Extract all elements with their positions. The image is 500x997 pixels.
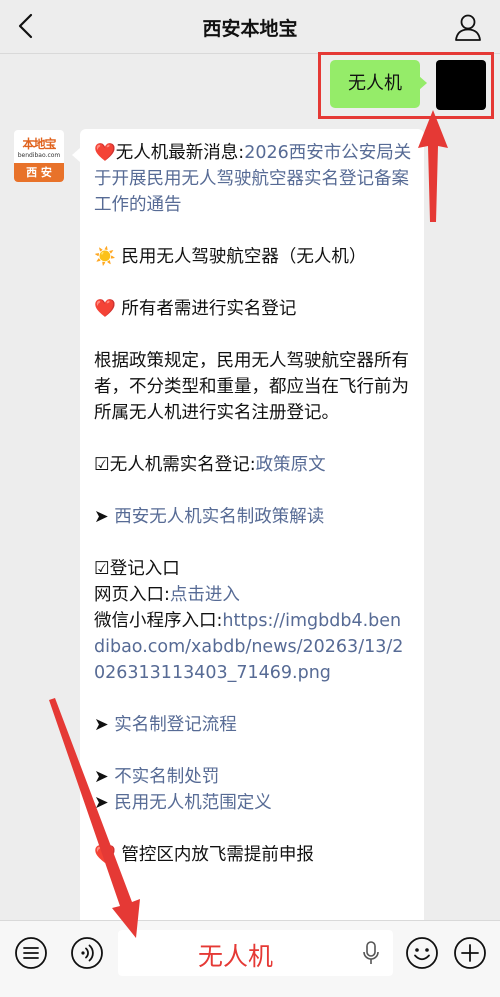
- bot-message-bubble: ❤️无人机最新消息:2026西安市公安局关于开展民用无人驾驶航空器实名登记备案工…: [80, 129, 424, 929]
- penalty-link[interactable]: 不实名制处罚: [114, 767, 219, 787]
- interpret-line: ➤ 西安无人机实名制政策解读: [94, 504, 412, 530]
- sun-icon: ☀️: [94, 247, 116, 267]
- heart-icon: ❤️: [94, 143, 116, 163]
- microphone-icon[interactable]: [361, 940, 381, 966]
- bot-bubble-tail: [72, 148, 80, 162]
- menu-list-icon[interactable]: [14, 936, 48, 970]
- penalty-arrow: ➤: [94, 767, 115, 787]
- policy-prefix: ☑无人机需实名登记:: [94, 455, 256, 475]
- city-band: 西 安: [14, 163, 64, 182]
- owner-text: 所有者需进行实名登记: [121, 299, 297, 319]
- interpret-link[interactable]: 西安无人机实名制政策解读: [114, 507, 324, 527]
- top-bar: 西安本地宝: [0, 0, 500, 54]
- flow-link[interactable]: 实名制登记流程: [114, 715, 237, 735]
- entry-title: ☑登记入口: [94, 559, 180, 579]
- highlight-box: [318, 52, 494, 119]
- web-entry-line: 网页入口:点击进入: [94, 582, 412, 608]
- web-entry-prefix: 网页入口:: [94, 585, 170, 605]
- chat-title: 西安本地宝: [202, 18, 298, 40]
- news-line: ❤️无人机最新消息:2026西安市公安局关于开展民用无人驾驶航空器实名登记备案工…: [94, 140, 412, 218]
- mini-program-prefix: 微信小程序入口:: [94, 611, 223, 631]
- voice-icon[interactable]: [70, 936, 104, 970]
- heart-icon: ❤️: [94, 845, 116, 865]
- profile-icon[interactable]: [452, 11, 484, 43]
- control-text: 管控区内放飞需提前申报: [121, 845, 314, 865]
- scope-arrow: ➤: [94, 793, 115, 813]
- scope-line: ➤ 民用无人机范围定义: [94, 790, 412, 816]
- policy-link[interactable]: 政策原文: [256, 455, 326, 475]
- emoji-icon[interactable]: [405, 936, 439, 970]
- aircraft-line: ☀️ 民用无人驾驶航空器（无人机）: [94, 244, 412, 270]
- bot-avatar[interactable]: 本地宝 bendibao.com 西 安: [14, 130, 64, 182]
- policy-paragraph: 根据政策规定，民用无人驾驶航空器所有者，不分类型和重量，都应当在飞行前为所属无人…: [94, 351, 409, 423]
- input-bar: 无人机: [0, 920, 500, 997]
- flow-arrow: ➤: [94, 715, 115, 735]
- message-input-text: 无人机: [197, 942, 273, 971]
- penalty-line: ➤ 不实名制处罚: [94, 764, 412, 790]
- interpret-arrow: ➤: [94, 507, 115, 527]
- bendibao-logo-text: 本地宝: [22, 137, 56, 151]
- aircraft-text: 民用无人驾驶航空器（无人机）: [121, 247, 367, 267]
- flow-line: ➤ 实名制登记流程: [94, 712, 412, 738]
- scope-link[interactable]: 民用无人机范围定义: [114, 793, 272, 813]
- web-entry-link[interactable]: 点击进入: [170, 585, 240, 605]
- bendibao-logo-url: bendibao.com: [17, 152, 61, 159]
- heart-icon: ❤️: [94, 299, 116, 319]
- plus-icon[interactable]: [453, 936, 487, 970]
- policy-line: ☑无人机需实名登记:政策原文: [94, 452, 412, 478]
- message-input[interactable]: 无人机: [118, 930, 393, 976]
- news-prefix: 无人机最新消息:: [115, 143, 245, 163]
- mini-program-line: 微信小程序入口:https://imgbdb4.bendibao.com/xab…: [94, 608, 412, 686]
- control-line: ❤️ 管控区内放飞需提前申报: [94, 842, 412, 868]
- owner-line: ❤️ 所有者需进行实名登记: [94, 296, 412, 322]
